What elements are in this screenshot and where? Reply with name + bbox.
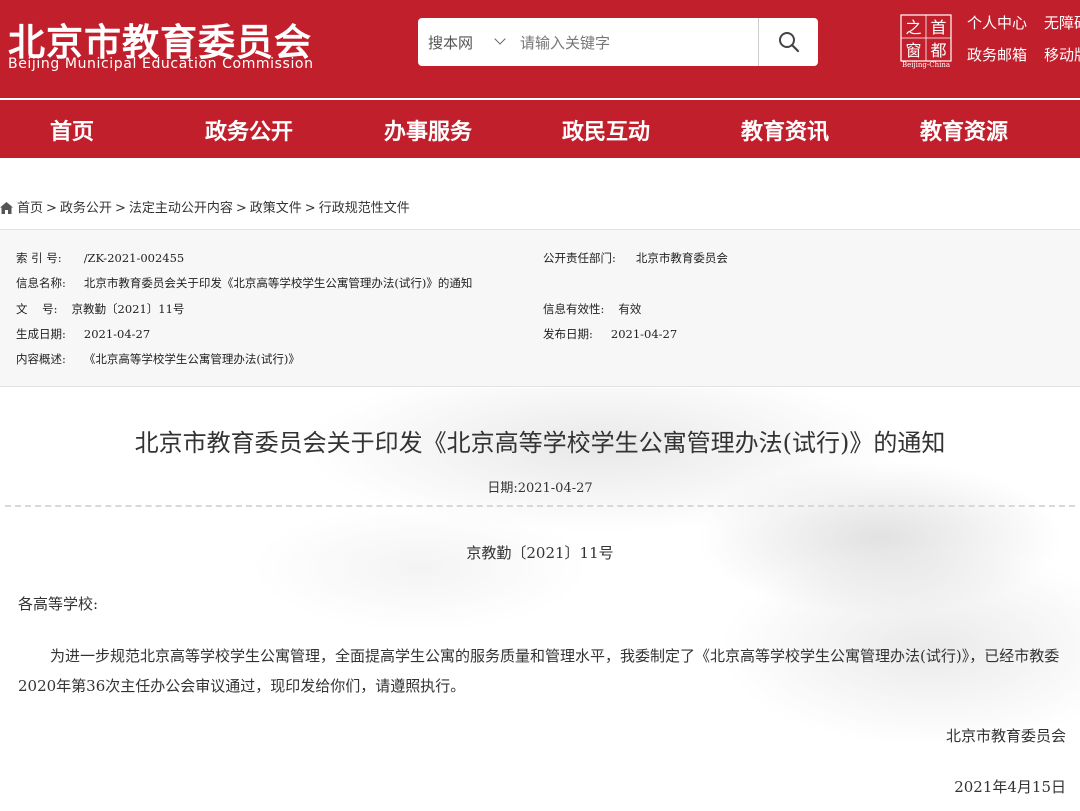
nav-item-services[interactable]: 办事服务 <box>384 114 472 146</box>
info-name-row: 信息名称: 北京市教育委员会关于印发《北京高等学校学生公寓管理办法(试行)》的通知 <box>16 275 472 291</box>
search-button[interactable] <box>759 18 818 66</box>
title-divider <box>5 505 1075 507</box>
article-sign-date: 2021年4月15日 <box>954 778 1066 796</box>
info-dept-row: 公开责任部门: 北京市教育委员会 <box>543 250 728 266</box>
breadcrumb: 首页 > 政务公开 > 法定主动公开内容 > 政策文件 > 行政规范性文件 <box>0 197 410 216</box>
breadcrumb-separator: > <box>304 201 316 216</box>
info-name-value: 北京市教育委员会关于印发《北京高等学校学生公寓管理办法(试行)》的通知 <box>83 276 473 290</box>
home-icon <box>0 202 13 214</box>
info-docno-row: 文 号: 京教勤〔2021〕11号 <box>16 301 184 317</box>
article-title: 北京市教育委员会关于印发《北京高等学校学生公寓管理办法(试行)》的通知 <box>134 429 946 457</box>
search-scope-select[interactable]: 搜本网 <box>428 32 473 53</box>
info-validity-label: 信息有效性: <box>543 302 605 316</box>
breadcrumb-policy-docs[interactable]: 政策文件 <box>250 201 302 216</box>
site-header: 北京市教育委员会 Beijing Municipal Education Com… <box>0 0 1080 98</box>
emblem-char: 之 <box>905 18 921 37</box>
breadcrumb-home[interactable]: 首页 <box>17 201 43 216</box>
article-paragraph: 为进一步规范北京高等学校学生公寓管理，全面提高学生公寓的服务质量和管理水平，我委… <box>18 647 1060 695</box>
capital-window-emblem-icon[interactable]: 之 首 窗 都 <box>900 14 952 66</box>
search-bar: 搜本网 <box>418 18 818 66</box>
search-input[interactable] <box>518 26 762 60</box>
chevron-down-icon[interactable] <box>494 33 506 45</box>
info-validity-value: 有效 <box>618 302 642 316</box>
info-docno-label: 文 号: <box>16 302 58 316</box>
info-docno-value: 京教勤〔2021〕11号 <box>71 302 185 316</box>
info-summary-row: 内容概述: 《北京高等学校学生公寓管理办法(试行)》 <box>16 351 300 367</box>
search-icon <box>779 32 800 53</box>
main-nav: 首页 政务公开 办事服务 政民互动 教育资讯 教育资源 <box>0 100 1080 158</box>
emblem-char: 都 <box>930 41 946 60</box>
breadcrumb-separator: > <box>235 201 247 216</box>
breadcrumb-separator: > <box>114 201 126 216</box>
personal-center-link[interactable]: 个人中心 <box>967 12 1027 33</box>
info-dept-value: 北京市教育委员会 <box>635 251 728 265</box>
info-created-row: 生成日期: 2021-04-27 <box>16 326 150 342</box>
article-doc-number: 京教勤〔2021〕11号 <box>466 544 614 562</box>
breadcrumb-separator: > <box>46 201 57 216</box>
emblem-char: 首 <box>930 18 946 37</box>
breadcrumb-normative-docs[interactable]: 行政规范性文件 <box>319 201 410 216</box>
info-published-label: 发布日期: <box>543 327 593 341</box>
info-index-label: 索 引 号: <box>16 251 62 265</box>
info-validity-row: 信息有效性: 有效 <box>543 301 641 317</box>
gov-mailbox-link[interactable]: 政务邮箱 <box>967 44 1027 65</box>
breadcrumb-gov-affairs[interactable]: 政务公开 <box>60 201 112 216</box>
info-name-label: 信息名称: <box>16 276 66 290</box>
site-logo-en: Beijing Municipal Education Commission <box>8 56 314 72</box>
info-summary-value: 《北京高等学校学生公寓管理办法(试行)》 <box>83 352 300 366</box>
info-published-row: 发布日期: 2021-04-27 <box>543 326 677 342</box>
emblem-caption: Beijing-China <box>901 61 951 69</box>
breadcrumb-disclosure[interactable]: 法定主动公开内容 <box>129 201 233 216</box>
info-dept-label: 公开责任部门: <box>543 251 616 265</box>
mobile-version-link[interactable]: 移动版 <box>1044 44 1080 65</box>
info-published-value: 2021-04-27 <box>610 327 678 341</box>
nav-item-home[interactable]: 首页 <box>50 114 94 146</box>
info-index-value: /ZK-2021-002455 <box>83 251 185 265</box>
article-date: 日期:2021-04-27 <box>487 481 593 496</box>
info-index-row: 索 引 号: /ZK-2021-002455 <box>16 250 184 266</box>
emblem-char: 窗 <box>905 41 921 60</box>
nav-item-resources[interactable]: 教育资源 <box>920 114 1008 146</box>
nav-item-news[interactable]: 教育资讯 <box>741 114 829 146</box>
article-addressee: 各高等学校: <box>18 595 99 613</box>
nav-item-gov-affairs[interactable]: 政务公开 <box>205 114 293 146</box>
document-info-panel: 索 引 号: /ZK-2021-002455 公开责任部门: 北京市教育委员会 信息… <box>0 229 1080 387</box>
accessibility-link[interactable]: 无障碍 <box>1044 12 1080 33</box>
info-created-label: 生成日期: <box>16 327 66 341</box>
article-signature: 北京市教育委员会 <box>945 727 1066 745</box>
info-summary-label: 内容概述: <box>16 352 66 366</box>
nav-item-interaction[interactable]: 政民互动 <box>562 114 650 146</box>
info-created-value: 2021-04-27 <box>83 327 151 341</box>
